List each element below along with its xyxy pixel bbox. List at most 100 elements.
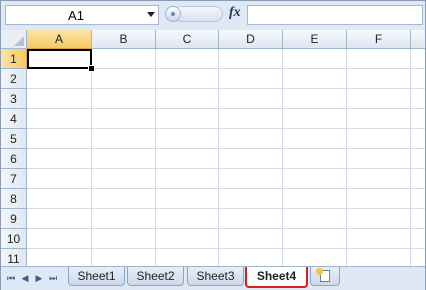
- cell[interactable]: [156, 49, 219, 69]
- cell[interactable]: [27, 249, 92, 266]
- cell[interactable]: [411, 129, 425, 149]
- cell[interactable]: [92, 229, 156, 249]
- cell[interactable]: [156, 189, 219, 209]
- cell[interactable]: [219, 129, 283, 149]
- cell[interactable]: [411, 229, 425, 249]
- row-header[interactable]: 8: [1, 189, 27, 209]
- cell[interactable]: [283, 89, 347, 109]
- row-header[interactable]: 2: [1, 69, 27, 89]
- cell[interactable]: [219, 189, 283, 209]
- cell[interactable]: [283, 149, 347, 169]
- cell[interactable]: [411, 149, 425, 169]
- cell[interactable]: [156, 69, 219, 89]
- cell[interactable]: [219, 169, 283, 189]
- cell[interactable]: [27, 129, 92, 149]
- cell[interactable]: [283, 129, 347, 149]
- cell[interactable]: [156, 109, 219, 129]
- cell[interactable]: [92, 89, 156, 109]
- cell[interactable]: [219, 69, 283, 89]
- cell[interactable]: [283, 229, 347, 249]
- row-header[interactable]: 10: [1, 229, 27, 249]
- cell[interactable]: [283, 209, 347, 229]
- cell[interactable]: [411, 209, 425, 229]
- cell[interactable]: [347, 69, 411, 89]
- cell[interactable]: [92, 129, 156, 149]
- column-header[interactable]: D: [219, 30, 283, 49]
- cell[interactable]: [347, 49, 411, 69]
- cell[interactable]: [27, 229, 92, 249]
- insert-worksheet-button[interactable]: [310, 267, 340, 286]
- cell[interactable]: [347, 249, 411, 266]
- row-header[interactable]: 11: [1, 249, 27, 266]
- cell[interactable]: [27, 69, 92, 89]
- cell[interactable]: [92, 249, 156, 266]
- cell[interactable]: [347, 109, 411, 129]
- column-header[interactable]: F: [347, 30, 411, 49]
- column-header[interactable]: C: [156, 30, 219, 49]
- chevron-down-icon[interactable]: [147, 12, 155, 17]
- cell[interactable]: [219, 109, 283, 129]
- worksheet-grid[interactable]: A B C D E F 1 2 3 4 5 6 7 8 9 10 11: [1, 30, 425, 266]
- cell[interactable]: [347, 149, 411, 169]
- cell[interactable]: [219, 89, 283, 109]
- cell[interactable]: [347, 229, 411, 249]
- first-sheet-icon[interactable]: ⏮: [6, 272, 16, 284]
- cell[interactable]: [283, 109, 347, 129]
- name-box[interactable]: A1: [5, 5, 159, 25]
- cell[interactable]: [92, 169, 156, 189]
- cell[interactable]: [27, 109, 92, 129]
- sheet-tab-sheet4[interactable]: Sheet4: [245, 267, 308, 288]
- cell[interactable]: [156, 149, 219, 169]
- cell[interactable]: [283, 169, 347, 189]
- cell[interactable]: [156, 209, 219, 229]
- column-header[interactable]: A: [27, 30, 92, 49]
- row-header[interactable]: 4: [1, 109, 27, 129]
- next-sheet-icon[interactable]: ▶: [34, 272, 44, 284]
- cell[interactable]: [347, 209, 411, 229]
- cell[interactable]: [92, 149, 156, 169]
- cell[interactable]: [92, 49, 156, 69]
- sheet-tab-sheet1[interactable]: Sheet1: [68, 267, 125, 286]
- cell[interactable]: [156, 169, 219, 189]
- cell[interactable]: [411, 249, 425, 266]
- sheet-tab-sheet3[interactable]: Sheet3: [187, 267, 244, 286]
- resize-grip-icon[interactable]: [165, 6, 181, 22]
- cell[interactable]: [92, 109, 156, 129]
- fill-handle[interactable]: [88, 65, 95, 72]
- cell[interactable]: [411, 169, 425, 189]
- cell[interactable]: [411, 69, 425, 89]
- cell[interactable]: [411, 189, 425, 209]
- cell[interactable]: [219, 249, 283, 266]
- row-header[interactable]: 1: [1, 49, 27, 69]
- cell[interactable]: [27, 149, 92, 169]
- cell[interactable]: [411, 49, 425, 69]
- cell[interactable]: [92, 189, 156, 209]
- select-all-button[interactable]: [1, 30, 27, 49]
- cell[interactable]: [283, 189, 347, 209]
- cell[interactable]: [347, 169, 411, 189]
- cell[interactable]: [283, 49, 347, 69]
- cell[interactable]: [27, 89, 92, 109]
- cell[interactable]: [283, 69, 347, 89]
- row-header[interactable]: 7: [1, 169, 27, 189]
- cell[interactable]: [156, 129, 219, 149]
- cell[interactable]: [411, 109, 425, 129]
- row-header[interactable]: 6: [1, 149, 27, 169]
- column-header[interactable]: E: [283, 30, 347, 49]
- cell[interactable]: [156, 249, 219, 266]
- row-header[interactable]: 5: [1, 129, 27, 149]
- cell[interactable]: [27, 189, 92, 209]
- row-header[interactable]: 9: [1, 209, 27, 229]
- cell[interactable]: [92, 69, 156, 89]
- prev-sheet-icon[interactable]: ◀: [20, 272, 30, 284]
- cell[interactable]: [347, 129, 411, 149]
- cell[interactable]: [92, 209, 156, 229]
- cell[interactable]: [27, 169, 92, 189]
- column-header-partial[interactable]: [411, 30, 425, 49]
- cell[interactable]: [219, 209, 283, 229]
- column-header[interactable]: B: [92, 30, 156, 49]
- cell[interactable]: [219, 149, 283, 169]
- cell[interactable]: [411, 89, 425, 109]
- cell[interactable]: [219, 49, 283, 69]
- row-header[interactable]: 3: [1, 89, 27, 109]
